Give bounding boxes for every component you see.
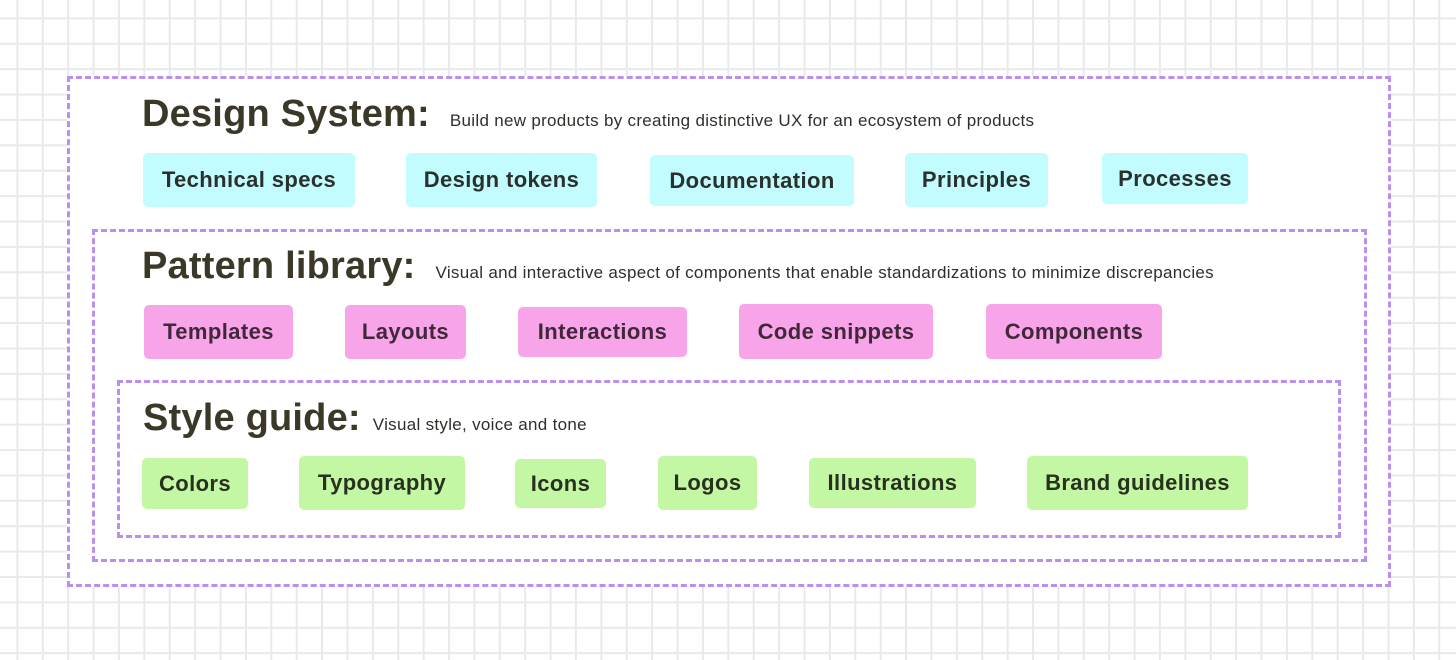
chip-icons: Icons bbox=[515, 459, 606, 508]
chip-principles: Principles bbox=[905, 153, 1048, 207]
chip-illustrations: Illustrations bbox=[809, 458, 976, 508]
chip-logos: Logos bbox=[658, 456, 757, 510]
chip-technical-specs: Technical specs bbox=[143, 153, 355, 207]
chip-design-tokens: Design tokens bbox=[406, 153, 597, 207]
chip-interactions: Interactions bbox=[518, 307, 687, 357]
pattern-library-title: Pattern library: bbox=[142, 245, 416, 287]
chip-code-snippets: Code snippets bbox=[739, 304, 933, 359]
chip-components: Components bbox=[986, 304, 1162, 359]
chip-brand-guidelines: Brand guidelines bbox=[1027, 456, 1248, 510]
style-guide-title: Style guide: bbox=[143, 397, 361, 439]
chip-documentation: Documentation bbox=[650, 155, 854, 206]
design-system-description: Build new products by creating distincti… bbox=[449, 111, 1035, 130]
chip-typography: Typography bbox=[299, 456, 465, 510]
design-system-heading: Design System: Build new products by cre… bbox=[142, 93, 1034, 136]
chip-processes: Processes bbox=[1102, 153, 1248, 204]
chip-layouts: Layouts bbox=[345, 305, 466, 359]
design-system-title: Design System: bbox=[142, 93, 430, 135]
chip-colors: Colors bbox=[142, 458, 248, 509]
pattern-library-description: Visual and interactive aspect of compone… bbox=[435, 263, 1214, 282]
style-guide-description: Visual style, voice and tone bbox=[372, 415, 587, 434]
pattern-library-heading: Pattern library: Visual and interactive … bbox=[142, 245, 1214, 288]
style-guide-heading: Style guide: Visual style, voice and ton… bbox=[143, 397, 587, 440]
chip-templates: Templates bbox=[144, 305, 293, 359]
